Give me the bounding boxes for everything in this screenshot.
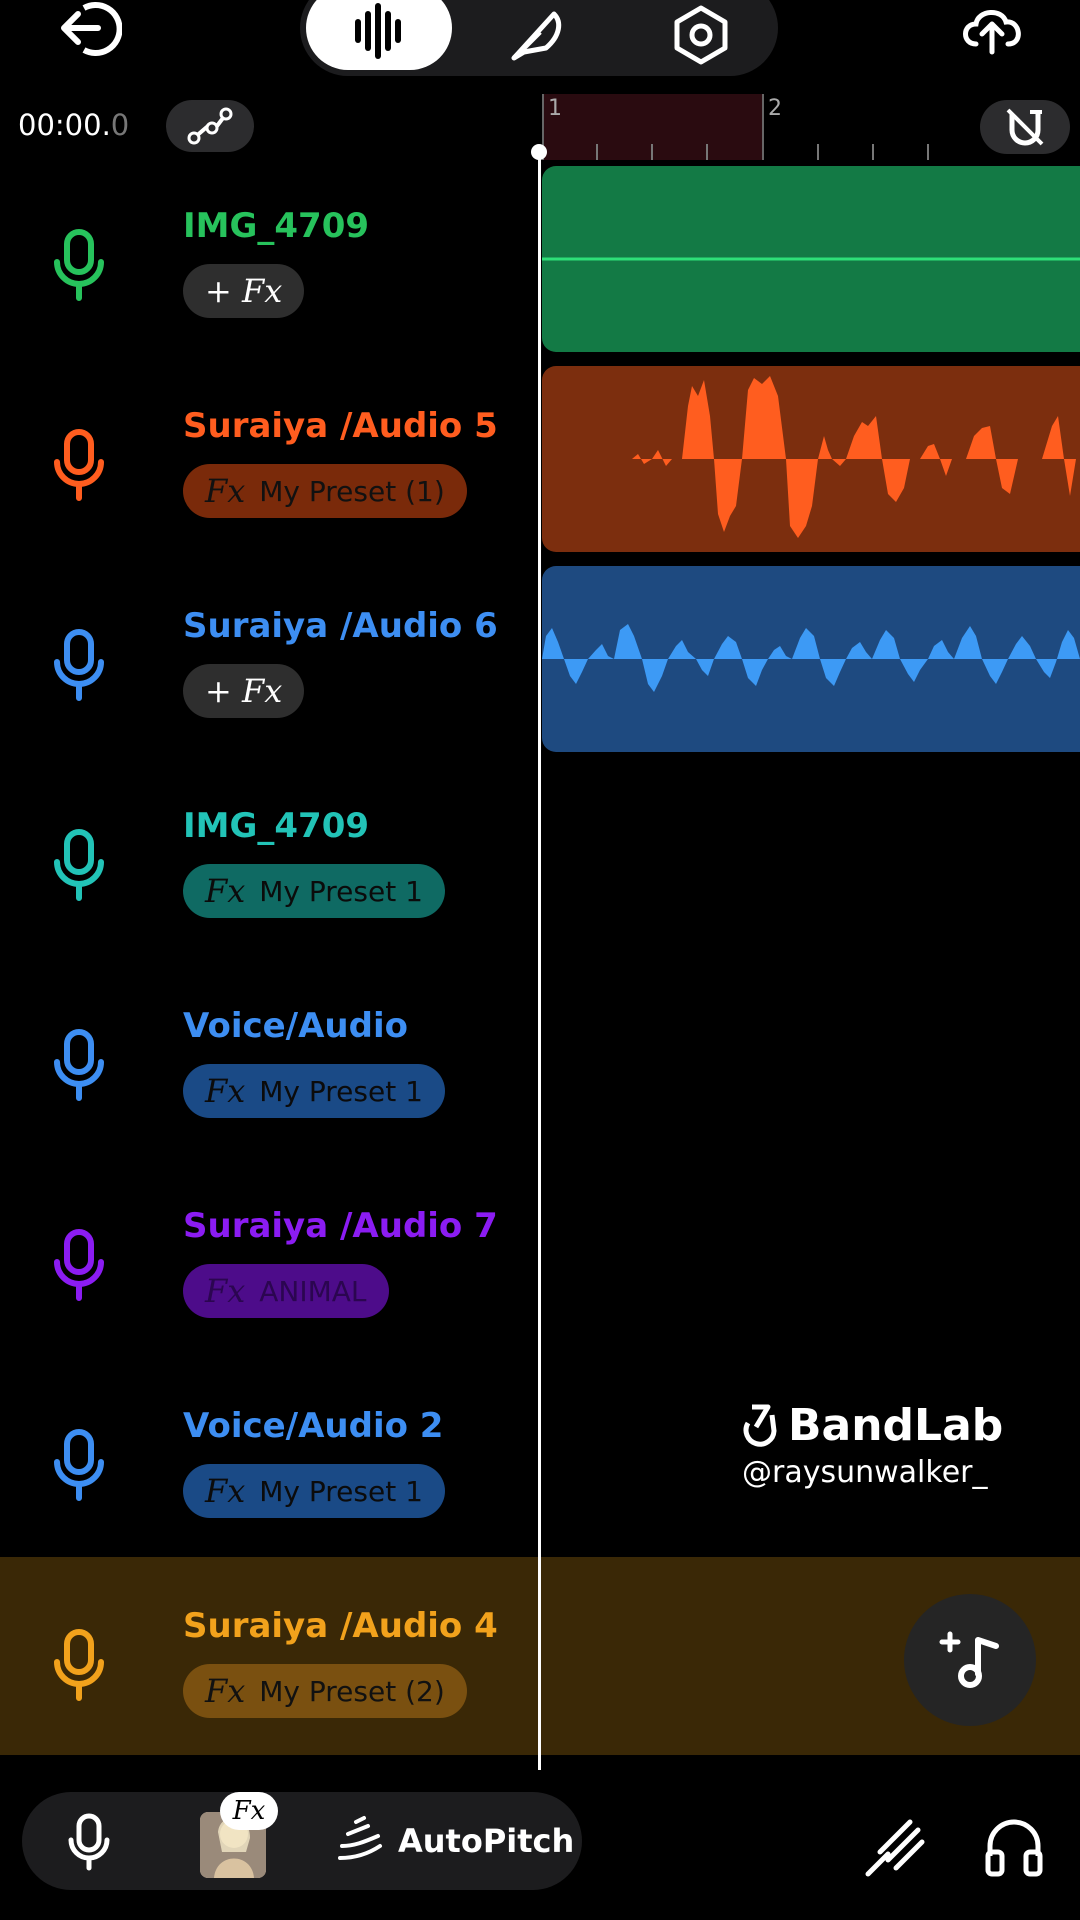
fx-icon: + Fx — [205, 672, 283, 710]
mic-icon — [52, 628, 106, 702]
track-name[interactable]: Suraiya /Audio 4 — [183, 1606, 498, 1646]
automation-button[interactable] — [166, 100, 254, 152]
back-icon — [61, 2, 123, 56]
track-header[interactable]: Suraiya /Audio 7 Fx ANIMAL — [0, 1166, 540, 1366]
back-button[interactable] — [58, 0, 123, 56]
fx-icon: Fx — [205, 872, 246, 910]
tab-lyrics[interactable] — [500, 0, 570, 70]
track-header[interactable]: Suraiya /Audio 6 + Fx — [0, 566, 540, 766]
fx-preset-label: My Preset 1 — [259, 1074, 423, 1108]
track-name[interactable]: Suraiya /Audio 7 — [183, 1206, 498, 1246]
beat-tick — [872, 144, 874, 160]
clip-suraiya-audio-5[interactable] — [542, 366, 1080, 552]
track-name[interactable]: Voice/Audio 2 — [183, 1406, 443, 1446]
fx-badge: Fx — [220, 1792, 278, 1830]
fx-button[interactable]: + Fx — [183, 664, 305, 718]
fx-preset-label: My Preset 1 — [259, 874, 423, 908]
autopitch-icon — [338, 1816, 382, 1860]
mic-icon — [52, 828, 106, 902]
brand-name: BandLab — [788, 1400, 1004, 1451]
top-bar — [0, 0, 1080, 90]
tuner-button[interactable] — [862, 1816, 926, 1880]
fx-icon: Fx — [205, 472, 246, 510]
fx-button[interactable]: Fx My Preset (2) — [183, 1664, 467, 1718]
upload-button[interactable] — [956, 0, 1028, 56]
clip-suraiya-audio-6[interactable] — [542, 566, 1080, 752]
fx-button[interactable]: + Fx — [183, 264, 305, 318]
fx-icon: + Fx — [205, 272, 283, 310]
fx-button[interactable]: Fx My Preset 1 — [183, 864, 445, 918]
autopitch-label: AutoPitch — [398, 1822, 575, 1860]
bar-number-2: 2 — [768, 96, 782, 121]
beat-tick — [927, 144, 929, 160]
mic-icon — [52, 1228, 106, 1302]
cloud-upload-icon — [963, 10, 1021, 55]
record-button[interactable] — [66, 1812, 112, 1872]
brand-watermark: BandLab @raysunwalker_ — [734, 1400, 1003, 1490]
magnet-off-icon — [1006, 108, 1044, 146]
snap-toggle[interactable] — [980, 100, 1070, 154]
fx-button[interactable]: Fx My Preset (1) — [183, 464, 467, 518]
clip-img-4709[interactable] — [542, 166, 1080, 352]
track-name[interactable]: Suraiya /Audio 6 — [183, 606, 498, 646]
fx-icon: Fx — [205, 1272, 246, 1310]
track-name[interactable]: Suraiya /Audio 5 — [183, 406, 498, 446]
track-header[interactable]: Suraiya /Audio 4 Fx My Preset (2) — [0, 1566, 540, 1766]
tab-tracks[interactable] — [306, 0, 452, 70]
beat-tick — [651, 144, 653, 160]
fx-button[interactable]: Fx My Preset 1 — [183, 1464, 445, 1518]
mic-icon — [52, 1628, 106, 1702]
fx-preset-label: My Preset (2) — [259, 1674, 445, 1708]
view-switcher — [300, 0, 778, 76]
track-name[interactable]: IMG_4709 — [183, 206, 369, 246]
track-header[interactable]: IMG_4709 Fx My Preset 1 — [0, 766, 540, 966]
fx-button[interactable]: Fx ANIMAL — [183, 1264, 389, 1318]
track-header[interactable]: IMG_4709 + Fx — [0, 166, 540, 366]
fx-preset-label: My Preset 1 — [259, 1474, 423, 1508]
bar-number-1: 1 — [548, 96, 562, 121]
fx-button[interactable]: Fx My Preset 1 — [183, 1064, 445, 1118]
mic-icon — [52, 428, 106, 502]
beat-tick — [817, 144, 819, 160]
automation-icon — [187, 107, 233, 145]
feather-icon — [511, 11, 562, 61]
track-header[interactable]: Suraiya /Audio 5 Fx My Preset (1) — [0, 366, 540, 566]
settings-icon — [674, 5, 728, 65]
bar-line-2 — [762, 94, 764, 160]
track-name[interactable]: IMG_4709 — [183, 806, 369, 846]
monitor-button[interactable] — [984, 1814, 1044, 1878]
track-name[interactable]: Voice/Audio — [183, 1006, 408, 1046]
fx-icon: Fx — [205, 1672, 246, 1710]
playhead-handle[interactable] — [531, 144, 547, 160]
mic-icon — [68, 1813, 110, 1871]
track-header[interactable]: Voice/Audio 2 Fx My Preset 1 — [0, 1366, 540, 1566]
bandlab-logo-icon — [743, 1404, 777, 1447]
headphones-icon — [985, 1819, 1043, 1877]
brand-handle: @raysunwalker_ — [742, 1455, 988, 1490]
time-display: 00:00.0 — [18, 108, 130, 142]
track-header[interactable]: Voice/Audio Fx My Preset 1 — [0, 966, 540, 1166]
fx-preset-label: My Preset (1) — [259, 474, 445, 508]
tuner-icon — [865, 1819, 925, 1877]
tab-settings[interactable] — [666, 0, 736, 70]
fx-icon: Fx — [205, 1072, 246, 1110]
mic-icon — [52, 228, 106, 302]
add-track-button[interactable] — [904, 1594, 1036, 1726]
beat-tick — [706, 144, 708, 160]
add-music-icon — [939, 1631, 999, 1688]
mic-icon — [52, 1028, 106, 1102]
playhead[interactable] — [538, 152, 541, 1770]
mic-icon — [52, 1428, 106, 1502]
waveform-icon — [355, 3, 401, 59]
beat-tick — [596, 144, 598, 160]
fx-preset-label: ANIMAL — [259, 1274, 367, 1308]
fx-icon: Fx — [205, 1472, 246, 1510]
